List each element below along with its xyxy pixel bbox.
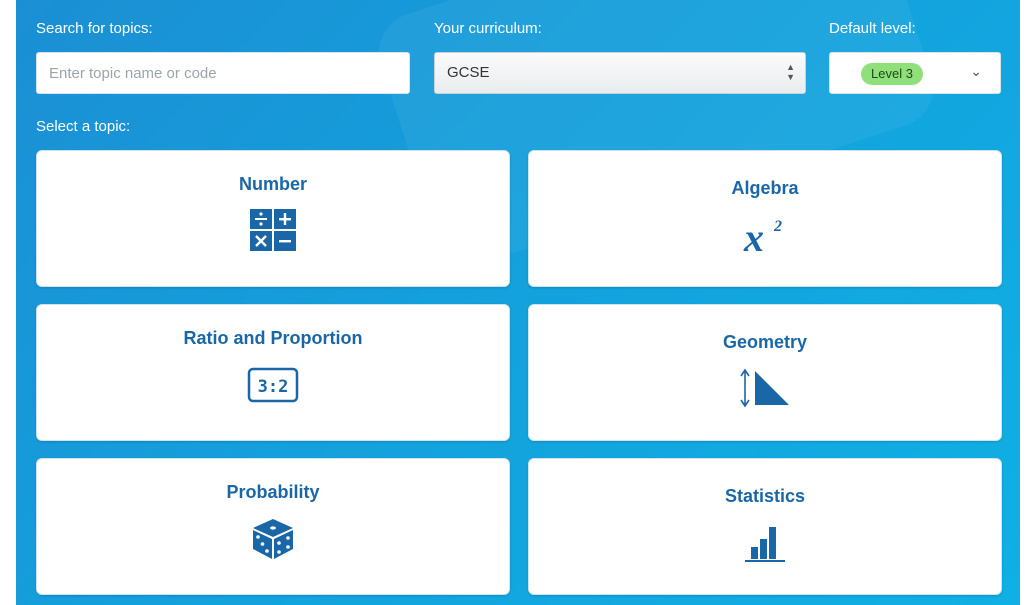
svg-text:x: x <box>743 215 764 257</box>
topic-title: Algebra <box>731 178 799 198</box>
topic-card-algebra[interactable]: Algebra x 2 <box>528 150 1002 287</box>
search-input[interactable] <box>37 53 409 93</box>
curriculum-select[interactable]: GCSE ▲ ▼ <box>434 52 806 94</box>
ratio-icon-text: 3:2 <box>258 377 289 397</box>
select-arrows-icon: ▲ ▼ <box>786 62 795 82</box>
topic-card-geometry[interactable]: Geometry <box>528 304 1002 441</box>
level-label: Default level: <box>829 20 916 37</box>
topic-title: Ratio and Proportion <box>183 328 363 348</box>
curriculum-label: Your curriculum: <box>434 20 542 37</box>
topic-selector-panel: Search for topics: Your curriculum: Defa… <box>16 0 1020 605</box>
bar-chart-icon <box>745 527 785 562</box>
triangle-measure-icon <box>740 368 789 408</box>
svg-text:2: 2 <box>773 218 782 235</box>
topic-card-number[interactable]: Number <box>36 150 510 287</box>
search-label: Search for topics: <box>36 20 153 37</box>
level-select[interactable]: Level 3 ⌄ <box>829 52 1001 94</box>
topic-card-ratio-and-proportion[interactable]: Ratio and Proportion 3:2 <box>36 304 510 441</box>
chevron-down-icon: ⌄ <box>970 63 982 79</box>
topic-title: Probability <box>226 482 320 502</box>
topic-title: Geometry <box>722 332 808 352</box>
topic-card-probability[interactable]: Probability <box>36 458 510 595</box>
level-badge: Level 3 <box>861 63 923 85</box>
topic-title: Number <box>238 174 307 194</box>
ratio-icon: 3:2 <box>247 367 299 403</box>
dice-icon <box>253 519 293 559</box>
operations-grid-icon <box>250 209 296 251</box>
curriculum-selected-value: GCSE <box>447 64 490 81</box>
select-topic-label: Select a topic: <box>36 118 131 135</box>
topic-title: Statistics <box>724 486 806 506</box>
search-field[interactable] <box>36 52 410 94</box>
topic-card-statistics[interactable]: Statistics <box>528 458 1002 595</box>
x-squared-icon: x 2 <box>743 215 782 257</box>
